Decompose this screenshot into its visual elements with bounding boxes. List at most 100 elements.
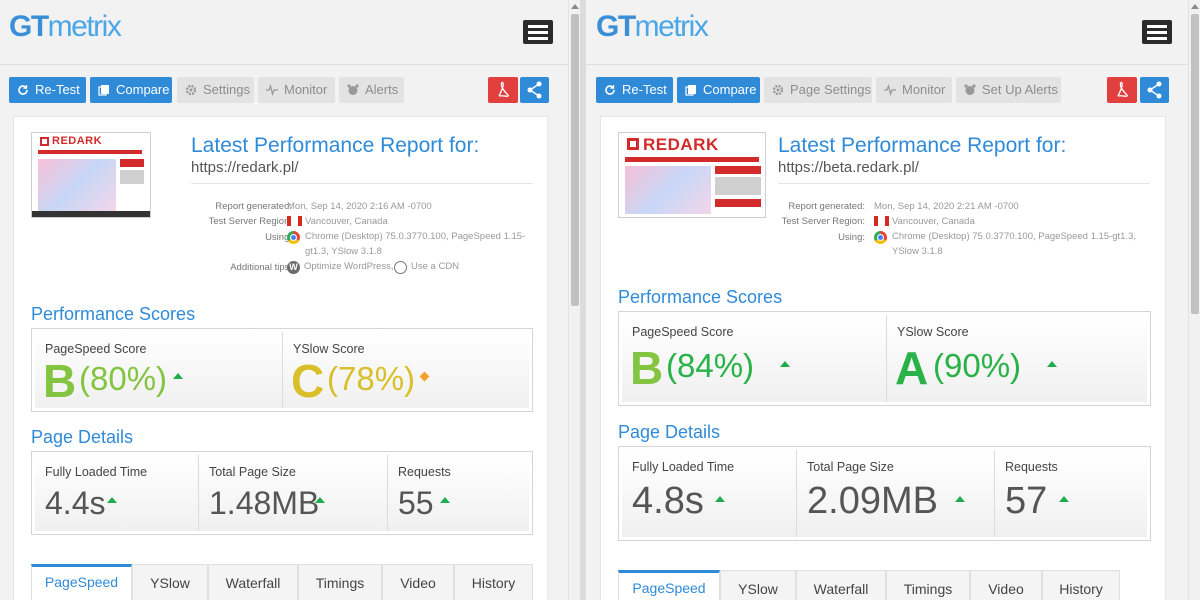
scrollbar-thumb[interactable]	[571, 14, 579, 306]
copy-icon	[685, 85, 696, 96]
compare-button[interactable]: Compare	[90, 77, 172, 103]
site-screenshot-thumbnail: REDARK	[618, 132, 766, 218]
tab-history[interactable]: History	[454, 564, 533, 600]
alarm-clock-icon	[347, 84, 359, 95]
fully-loaded-label: Fully Loaded Time	[632, 460, 735, 474]
report-url[interactable]: https://beta.redark.pl/	[778, 159, 919, 176]
server-region-value: Vancouver, Canada	[305, 216, 388, 227]
performance-scores-title: Performance Scores	[31, 304, 196, 324]
pagespeed-grade: B	[630, 342, 664, 394]
report-generated-label: Report generated:	[788, 201, 865, 212]
scroll-up-arrow-icon[interactable]	[571, 4, 579, 9]
pdf-download-button[interactable]	[488, 77, 518, 103]
retest-button[interactable]: Re-Test	[596, 77, 673, 103]
page-details-title: Page Details	[31, 427, 134, 447]
tab-waterfall[interactable]: Waterfall	[208, 564, 298, 600]
pagespeed-score-label: PageSpeed Score	[632, 325, 734, 339]
report-card: REDARK Latest Performance Report for: ht…	[13, 116, 548, 600]
alerts-button[interactable]: Alerts	[339, 77, 404, 103]
pagespeed-score-cell: PageSpeed Score B (80%)	[35, 332, 282, 408]
canada-flag-icon	[874, 216, 889, 226]
fully-loaded-value: 4.4s	[45, 485, 106, 521]
monitor-button[interactable]: Monitor	[876, 77, 952, 103]
settings-label: Settings	[203, 82, 250, 97]
fully-loaded-value: 4.8s	[632, 480, 704, 522]
header-divider	[586, 64, 1188, 65]
scroll-up-arrow-icon[interactable]	[1191, 4, 1199, 9]
yslow-grade: A	[895, 342, 929, 394]
monitor-button[interactable]: Monitor	[258, 77, 335, 103]
yslow-score-label: YSlow Score	[897, 325, 969, 339]
using-value: Chrome (Desktop) 75.0.3770.100, PageSpee…	[305, 231, 526, 257]
thumbnail-brand: REDARK	[643, 135, 719, 154]
pdf-download-button[interactable]	[1107, 77, 1137, 103]
hamburger-menu-icon[interactable]	[523, 20, 553, 44]
yslow-grade: C	[291, 355, 325, 407]
set-up-alerts-label: Set Up Alerts	[982, 82, 1058, 97]
scrollbar-right[interactable]	[1188, 0, 1200, 600]
settings-button[interactable]: Settings	[177, 77, 254, 103]
tab-video[interactable]: Video	[970, 570, 1042, 600]
pdf-icon	[498, 81, 509, 97]
page-size-value: 1.48MB	[209, 485, 320, 521]
server-region-label: Test Server Region:	[208, 216, 292, 227]
gtmetrix-logo[interactable]: GTmetrix	[596, 10, 709, 44]
trend-up-icon	[173, 373, 183, 379]
tab-yslow[interactable]: YSlow	[132, 564, 208, 600]
share-button[interactable]	[520, 77, 549, 103]
refresh-icon	[18, 85, 28, 95]
optimize-wordpress-link[interactable]: Optimize WordPress,	[304, 259, 394, 274]
tab-pagespeed[interactable]: PageSpeed	[31, 564, 132, 600]
tab-waterfall[interactable]: Waterfall	[796, 570, 886, 600]
hamburger-menu-icon[interactable]	[1142, 20, 1172, 44]
fully-loaded-cell: Fully Loaded Time 4.4s	[35, 455, 198, 531]
page-size-value: 2.09MB	[807, 480, 938, 522]
scrollbar-left[interactable]	[568, 0, 580, 600]
tab-pagespeed[interactable]: PageSpeed	[618, 570, 720, 600]
set-up-alerts-button[interactable]: Set Up Alerts	[956, 77, 1061, 103]
page-details-box: Fully Loaded Time 4.8s Total Page Size 2…	[618, 446, 1151, 541]
tab-timings[interactable]: Timings	[886, 570, 970, 600]
alarm-clock-icon	[964, 84, 976, 95]
yslow-score-cell: YSlow Score A (90%)	[886, 315, 1149, 402]
retest-label: Re-Test	[35, 82, 80, 97]
share-button[interactable]	[1140, 77, 1169, 103]
site-screenshot-thumbnail: REDARK	[31, 132, 151, 218]
thumbnail-brand: REDARK	[52, 135, 103, 147]
trend-up-icon	[107, 497, 117, 503]
share-icon	[1147, 81, 1162, 99]
pagespeed-percent: (80%)	[79, 360, 168, 397]
trend-up-icon	[955, 496, 965, 502]
scrollbar-thumb[interactable]	[1191, 14, 1199, 314]
alerts-label: Alerts	[365, 82, 399, 97]
use-cdn-link[interactable]: Use a CDN	[411, 259, 459, 274]
page-size-label: Total Page Size	[209, 465, 296, 479]
header-divider	[0, 64, 568, 65]
tab-timings[interactable]: Timings	[298, 564, 382, 600]
tab-yslow[interactable]: YSlow	[720, 570, 796, 600]
trend-up-icon	[1047, 361, 1057, 367]
tab-history[interactable]: History	[1042, 570, 1120, 600]
requests-value: 57	[1005, 480, 1048, 522]
performance-scores-box: PageSpeed Score B (80%) YSlow Score C (7…	[31, 328, 533, 412]
report-divider	[191, 183, 533, 184]
requests-label: Requests	[1005, 460, 1058, 474]
compare-label: Compare	[116, 82, 170, 97]
page-settings-button[interactable]: Page Settings	[764, 77, 872, 103]
trend-up-icon	[715, 496, 725, 502]
report-url[interactable]: https://redark.pl/	[191, 159, 299, 176]
report-card: REDARK Latest Performance Report for: ht…	[600, 116, 1166, 600]
gtmetrix-logo[interactable]: GTmetrix	[9, 10, 122, 44]
requests-cell: Requests 57	[994, 450, 1149, 537]
compare-button[interactable]: Compare	[677, 77, 760, 103]
retest-button[interactable]: Re-Test	[9, 77, 86, 103]
copy-icon	[98, 85, 109, 96]
trend-up-icon	[780, 361, 790, 367]
yslow-score-cell: YSlow Score C (78%)	[282, 332, 531, 408]
chrome-icon	[874, 231, 887, 244]
page-size-cell: Total Page Size 1.48MB	[198, 455, 387, 531]
tab-video[interactable]: Video	[382, 564, 454, 600]
pagespeed-grade: B	[43, 355, 77, 407]
requests-cell: Requests 55	[387, 455, 531, 531]
fully-loaded-label: Fully Loaded Time	[45, 465, 148, 479]
